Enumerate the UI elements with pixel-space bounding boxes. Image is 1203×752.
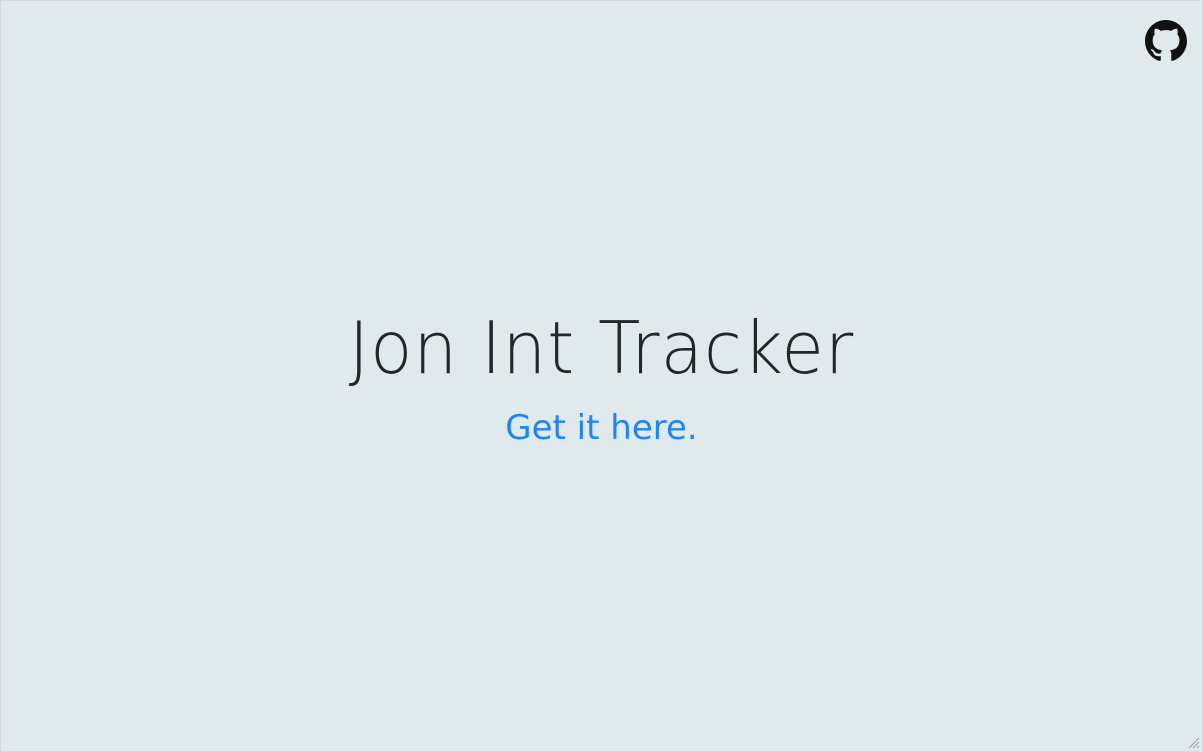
page-title: Jon Int Tracker <box>348 306 855 390</box>
resize-grip-icon[interactable] <box>1188 737 1200 749</box>
page: Jon Int Tracker Get it here. <box>0 0 1203 752</box>
github-link[interactable] <box>1145 20 1187 62</box>
hero: Jon Int Tracker Get it here. <box>1 304 1202 450</box>
github-icon <box>1145 20 1187 61</box>
get-it-here-link[interactable]: Get it here. <box>505 406 697 450</box>
